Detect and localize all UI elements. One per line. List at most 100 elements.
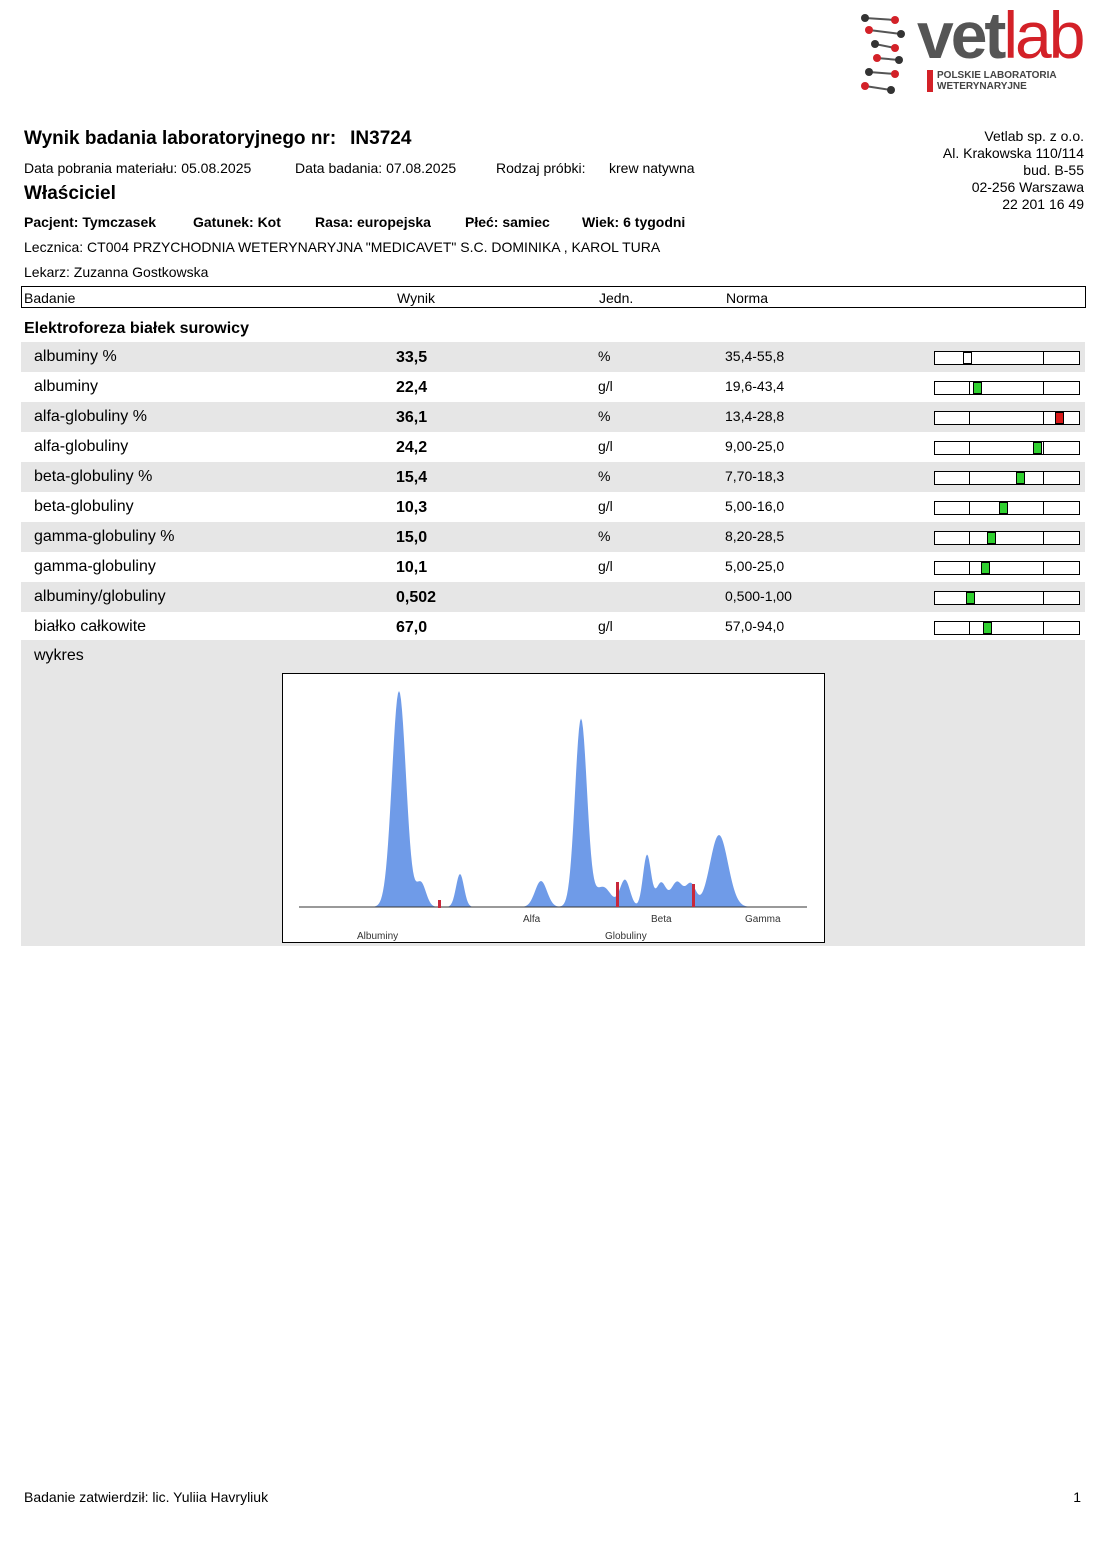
range-tick-low [969, 382, 970, 394]
range-tick-low [969, 502, 970, 514]
test-norm: 7,70-18,3 [725, 468, 785, 484]
test-name: beta-globuliny [34, 498, 134, 515]
table-row: gamma-globuliny % 15,0% 8,20-28,5 [21, 522, 1085, 552]
range-tick-low [969, 532, 970, 544]
test-norm: 9,00-25,0 [725, 438, 785, 454]
test-unit: g/l [598, 618, 613, 634]
table-row: albuminy/globuliny 0,502 0,500-1,00 [21, 582, 1085, 612]
label-gamma: Gamma [745, 914, 781, 925]
range-tick-high [1043, 502, 1044, 514]
label-alfa: Alfa [523, 914, 541, 925]
logo-wordmark: vetlab [917, 0, 1085, 72]
test-name: albuminy [34, 378, 99, 395]
table-row: beta-globuliny 10,3 g/l 5,00-16,0 [21, 492, 1085, 522]
test-result: 24,2 [396, 439, 428, 456]
range-bar [934, 471, 1080, 485]
table-row: gamma-globuliny 10,1 g/l 5,00-25,0 [21, 552, 1085, 582]
clinic: Lecznica: CT004 PRZYCHODNIA WETERYNARYJN… [24, 239, 661, 255]
range-tick-low [969, 442, 970, 454]
chart-section: wykres Alfa Beta Gamma Albuminy Globulin… [21, 640, 1085, 946]
dna-helix-icon [861, 14, 905, 94]
test-norm: 57,0-94,0 [725, 618, 785, 634]
range-tick-low [969, 622, 970, 634]
range-bar [934, 561, 1080, 575]
range-tick-high [1043, 532, 1044, 544]
table-row: beta-globuliny % 15,4% 7,70-18,3 [21, 462, 1085, 492]
test-unit: g/l [598, 498, 613, 514]
test-unit: % [598, 348, 611, 364]
test-name: beta-globuliny % [34, 468, 153, 485]
test-name: białko całkowite [34, 618, 147, 635]
test-unit: g/l [598, 558, 613, 574]
table-row: białko całkowite 67,0 g/l 57,0-94,0 [21, 612, 1085, 642]
test-norm: 5,00-25,0 [725, 558, 785, 574]
test-name: alfa-globuliny [34, 438, 129, 455]
result-marker [981, 562, 990, 574]
range-bar [934, 411, 1080, 425]
test-unit: g/l [598, 438, 613, 454]
range-tick-low [969, 412, 970, 424]
test-norm: 8,20-28,5 [725, 528, 785, 544]
test-date: Data badania: 07.08.2025 [295, 160, 457, 176]
test-name: gamma-globuliny % [34, 528, 175, 545]
report-number: IN3724 [350, 128, 412, 149]
page-number: 1 [1073, 1489, 1081, 1505]
result-marker [973, 382, 982, 394]
result-marker [966, 592, 975, 604]
electrophoresis-curve [299, 691, 807, 907]
table-row: alfa-globuliny % 36,1% 13,4-28,8 [21, 402, 1085, 432]
result-marker [963, 352, 972, 364]
vetlab-logo: vetlab POLSKIE LABORATORIA WETERYNARYJNE [855, 2, 1090, 100]
result-marker [987, 532, 996, 544]
range-tick-low [969, 562, 970, 574]
result-marker [999, 502, 1008, 514]
col-result: Wynik [397, 290, 435, 306]
range-tick-high [1043, 592, 1044, 604]
chart-label: wykres [34, 647, 84, 664]
table-row: albuminy % 33,5% 35,4-55,8 [21, 342, 1085, 372]
range-tick-high [1043, 352, 1044, 364]
range-tick-high [1043, 382, 1044, 394]
test-norm: 5,00-16,0 [725, 498, 785, 514]
test-result: 22,4 [396, 379, 428, 396]
test-unit: % [598, 528, 611, 544]
electrophoresis-chart: Alfa Beta Gamma Albuminy Globuliny [282, 673, 825, 943]
range-bar [934, 621, 1080, 635]
range-bar [934, 351, 1080, 365]
range-tick-high [1043, 472, 1044, 484]
test-result: 36,1 [396, 409, 428, 426]
result-marker [1055, 412, 1064, 424]
test-result: 67,0 [396, 619, 428, 636]
test-result: 10,3 [396, 499, 428, 516]
test-result: 15,4 [396, 469, 428, 486]
label-albuminy: Albuminy [357, 931, 398, 942]
patient-breed: Rasa: europejska [315, 214, 431, 230]
range-tick-high [1043, 622, 1044, 634]
owner-heading: Właściciel [24, 183, 116, 204]
report-title: Wynik badania laboratoryjnego nr: IN3724 [24, 128, 412, 149]
test-result: 33,5 [396, 349, 428, 366]
test-name: gamma-globuliny [34, 558, 156, 575]
label-globuliny: Globuliny [605, 931, 647, 942]
section-title: Elektroforeza białek surowicy [24, 320, 249, 337]
label-beta: Beta [651, 914, 672, 925]
test-unit: g/l [598, 378, 613, 394]
test-norm: 0,500-1,00 [725, 588, 792, 604]
test-norm: 19,6-43,4 [725, 378, 785, 394]
range-bar [934, 441, 1080, 455]
sample-type: krew natywna [609, 160, 695, 176]
patient-sex: Płeć: samiec [465, 214, 550, 230]
test-unit: % [598, 408, 611, 424]
table-row: albuminy 22,4 g/l 19,6-43,4 [21, 372, 1085, 402]
collection-date: Data pobrania materiału: 05.08.2025 [24, 160, 252, 176]
col-unit: Jedn. [599, 290, 634, 306]
range-bar [934, 531, 1080, 545]
test-result: 10,1 [396, 559, 428, 576]
patient-name: Pacjent: Tymczasek [24, 214, 157, 230]
test-name: albuminy % [34, 348, 117, 365]
company-address: Vetlab sp. z o.o. Al. Krakowska 110/114 … [942, 128, 1084, 212]
approved-by: Badanie zatwierdził: lic. Yuliia Havryli… [24, 1489, 269, 1505]
divider-albumin-alpha [438, 900, 441, 908]
patient-species: Gatunek: Kot [193, 214, 281, 230]
test-unit: % [598, 468, 611, 484]
